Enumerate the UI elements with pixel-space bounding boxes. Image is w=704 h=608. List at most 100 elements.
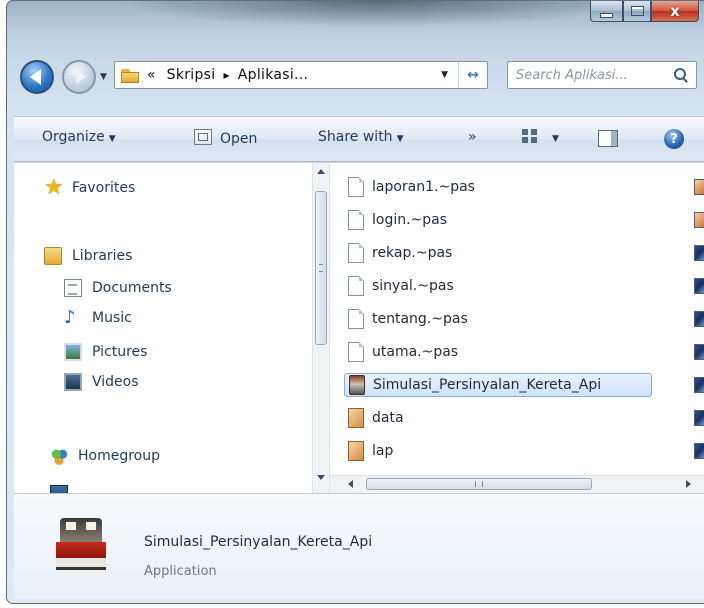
nav-item-documents[interactable]: Documents <box>64 279 172 297</box>
scroll-left-icon[interactable] <box>348 480 353 488</box>
delphi-file-icon <box>694 245 704 261</box>
breadcrumb-item[interactable]: Aplikasi... <box>238 67 309 83</box>
file-list: laporan1.~pas login.~pas rekap.~pas sinyal.… <box>330 163 704 493</box>
videos-icon <box>64 373 82 391</box>
nav-label: Homegroup <box>78 448 161 464</box>
details-file-type: Application <box>144 564 217 579</box>
file-name: lap <box>372 443 394 459</box>
preview-pane-icon[interactable] <box>598 130 618 147</box>
file-name: sinyal.~pas <box>372 278 454 294</box>
libraries-icon <box>44 247 62 265</box>
chevron-down-icon: ▼ <box>396 134 404 144</box>
file-icon <box>348 276 364 296</box>
delphi-file-icon <box>694 443 704 459</box>
pictures-icon <box>64 343 82 361</box>
caption-buttons: x <box>590 1 699 23</box>
maximize-button[interactable] <box>623 1 651 22</box>
file-item[interactable]: tentang.~pas <box>344 307 652 331</box>
search-input[interactable]: Search Aplikasi... <box>516 68 628 83</box>
scrollbar-thumb[interactable] <box>315 191 327 345</box>
file-name: tentang.~pas <box>372 311 468 327</box>
chevron-down-icon: ▼ <box>108 134 116 144</box>
views-icon <box>522 129 538 143</box>
forward-arrow-icon <box>75 70 86 84</box>
open-button[interactable]: Open <box>194 129 257 147</box>
nav-item-libraries[interactable]: Libraries <box>44 247 132 265</box>
refresh-button[interactable]: ↔ <box>458 62 487 88</box>
forward-button[interactable] <box>62 60 96 94</box>
search-box[interactable]: Search Aplikasi... <box>507 61 697 89</box>
breadcrumb: « Skripsi ▸ Aplikasi... <box>147 67 308 83</box>
organize-label: Organize <box>42 129 105 145</box>
navigation-pane-scrollbar[interactable] <box>312 163 330 493</box>
share-with-label: Share with <box>318 129 393 145</box>
application-icon <box>349 375 365 395</box>
nav-label: Videos <box>92 374 139 390</box>
details-pane: Simulasi_Persinyalan_Kereta_Api Applicat… <box>14 493 704 599</box>
file-name: rekap.~pas <box>372 245 453 261</box>
homegroup-icon <box>50 447 68 465</box>
breadcrumb-item[interactable]: Skripsi <box>167 67 216 83</box>
file-item[interactable]: lap <box>344 439 652 463</box>
nav-item-homegroup[interactable]: Homegroup <box>50 447 160 465</box>
file-item[interactable]: login.~pas <box>344 208 652 232</box>
refresh-icon: ↔ <box>467 67 479 83</box>
breadcrumb-separator-icon[interactable]: ▸ <box>223 68 229 82</box>
open-icon <box>194 129 212 145</box>
more-commands-button[interactable]: » <box>468 129 477 145</box>
folder-icon <box>121 67 141 83</box>
rave-report-icon <box>348 441 364 461</box>
back-arrow-icon <box>30 69 41 85</box>
file-item[interactable]: Simulasi_Persinyalan_Kereta_Api <box>344 373 652 397</box>
minimize-button[interactable] <box>590 1 623 22</box>
change-view-button[interactable]: ▼ <box>522 129 559 145</box>
title-bar[interactable] <box>117 1 637 27</box>
file-item[interactable]: utama.~pas <box>344 340 652 364</box>
nav-label: Documents <box>92 280 172 296</box>
application-icon <box>46 510 116 580</box>
open-label: Open <box>220 131 258 147</box>
search-icon[interactable] <box>674 68 688 82</box>
file-list-horizontal-scrollbar[interactable] <box>330 475 704 493</box>
more-icon: » <box>468 129 477 145</box>
scroll-up-icon[interactable] <box>317 169 325 174</box>
delphi-file-icon <box>694 344 704 360</box>
file-name: login.~pas <box>372 212 448 228</box>
file-name: laporan1.~pas <box>372 179 475 195</box>
file-item[interactable]: laporan1.~pas <box>344 175 652 199</box>
back-button[interactable] <box>20 60 54 94</box>
scroll-right-icon[interactable] <box>686 480 691 488</box>
file-item[interactable]: rekap.~pas <box>344 241 652 265</box>
file-name: data <box>372 410 404 426</box>
chevron-down-icon: ▼ <box>552 134 559 144</box>
share-with-button[interactable]: Share with ▼ <box>318 129 403 145</box>
help-icon[interactable]: ? <box>664 129 684 149</box>
recent-pages-dropdown[interactable]: ▼ <box>100 72 107 82</box>
rave-report-icon <box>694 179 704 195</box>
nav-label: Pictures <box>92 344 148 360</box>
file-name: Simulasi_Persinyalan_Kereta_Api <box>373 377 602 393</box>
address-dropdown[interactable]: ▼ <box>441 70 448 80</box>
delphi-file-icon <box>694 278 704 294</box>
address-bar[interactable]: « Skripsi ▸ Aplikasi... ▼ ↔ <box>114 61 488 89</box>
scroll-down-icon[interactable] <box>317 475 325 480</box>
nav-item-favorites[interactable]: ★ Favorites <box>44 175 136 200</box>
rave-report-icon <box>348 408 364 428</box>
star-icon: ★ <box>44 175 64 200</box>
nav-item-music[interactable]: ♪ Music <box>64 309 132 327</box>
close-icon: x <box>670 1 680 20</box>
scrollbar-thumb[interactable] <box>366 478 592 490</box>
close-button[interactable]: x <box>651 1 699 22</box>
organize-button[interactable]: Organize ▼ <box>42 129 116 145</box>
maximize-icon <box>630 6 644 16</box>
command-bar: Organize ▼ Open Share with ▼ » ▼ ? <box>14 116 704 162</box>
file-item[interactable]: data <box>344 406 652 430</box>
file-item[interactable]: sinyal.~pas <box>344 274 652 298</box>
nav-item-pictures[interactable]: Pictures <box>64 343 147 361</box>
nav-label: Favorites <box>72 180 136 196</box>
nav-label: Libraries <box>72 248 133 264</box>
file-icon <box>348 210 364 230</box>
documents-icon <box>64 279 82 297</box>
breadcrumb-overflow[interactable]: « <box>147 67 156 83</box>
nav-item-videos[interactable]: Videos <box>64 373 139 391</box>
